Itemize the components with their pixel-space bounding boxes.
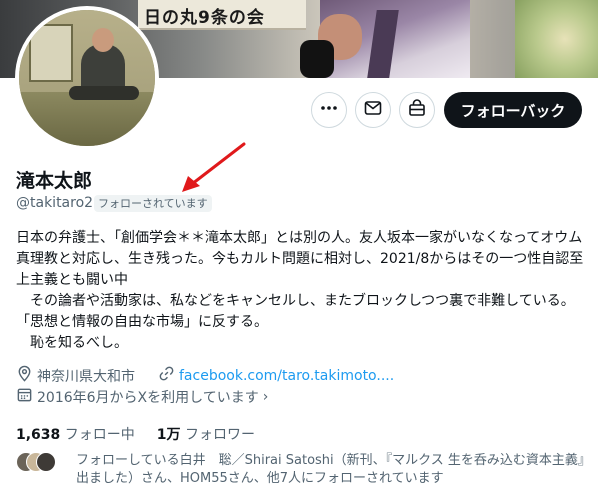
bio-text: 日本の弁護士、「創価学会＊＊滝本太郎」とは別の人。友人坂本一家がいなくなってオウ…	[16, 230, 584, 351]
follow-counts: 1,638 フォロー中 1万 フォロワー	[16, 424, 277, 444]
banner-microphone	[300, 40, 334, 78]
shop-button[interactable]	[399, 92, 435, 128]
followers-you-know-text: フォローしている白井 聡／Shirai Satoshi（新刊、『マルクス 生を呑…	[76, 453, 585, 486]
following-count: 1,638	[16, 427, 61, 443]
location-text: 神奈川県大和市	[37, 368, 135, 385]
avatar[interactable]	[15, 6, 159, 150]
join-date-text: 2016年6月からXを利用しています	[37, 389, 259, 406]
location-pin-icon	[16, 365, 37, 386]
followers-link[interactable]: 1万 フォロワー	[157, 424, 255, 444]
calendar-icon	[16, 386, 37, 407]
following-label: フォロー中	[64, 427, 135, 443]
avatar-window	[29, 24, 73, 82]
website-text[interactable]: facebook.com/taro.takimoto....	[179, 368, 394, 384]
mail-icon	[363, 98, 383, 122]
more-button[interactable]	[311, 92, 347, 128]
join-date[interactable]: 2016年6月からXを利用しています ›	[16, 386, 268, 407]
following-link[interactable]: 1,638 フォロー中	[16, 424, 135, 444]
followers-count: 1万	[156, 427, 181, 443]
handle: @takitaro2	[16, 195, 94, 211]
profile-bio: 日本の弁護士、「創価学会＊＊滝本太郎」とは別の人。友人坂本一家がいなくなってオウ…	[16, 228, 588, 354]
banner-cartoon	[515, 0, 598, 78]
banner-sign-text: 日の丸9条の会	[144, 8, 265, 28]
avatar-face	[92, 28, 114, 52]
location: 神奈川県大和市	[16, 365, 135, 386]
website-link[interactable]: facebook.com/taro.takimoto....	[158, 365, 394, 386]
link-icon	[158, 365, 179, 386]
avatar-legs	[69, 86, 139, 100]
banner-sign: 日の丸9条の会	[138, 0, 306, 30]
follower-avatar	[36, 452, 56, 472]
chevron-right-icon: ›	[262, 388, 269, 405]
more-icon	[319, 98, 339, 122]
message-button[interactable]	[355, 92, 391, 128]
follows-you-badge: フォローされています	[94, 195, 212, 212]
followers-you-know-avatars	[16, 452, 68, 474]
followers-label: フォロワー	[184, 427, 255, 443]
follow-back-button[interactable]: フォローバック	[444, 92, 582, 128]
annotation-arrow-icon	[182, 142, 246, 192]
shop-icon	[407, 98, 427, 122]
display-name: 滝本太郎	[16, 170, 93, 192]
